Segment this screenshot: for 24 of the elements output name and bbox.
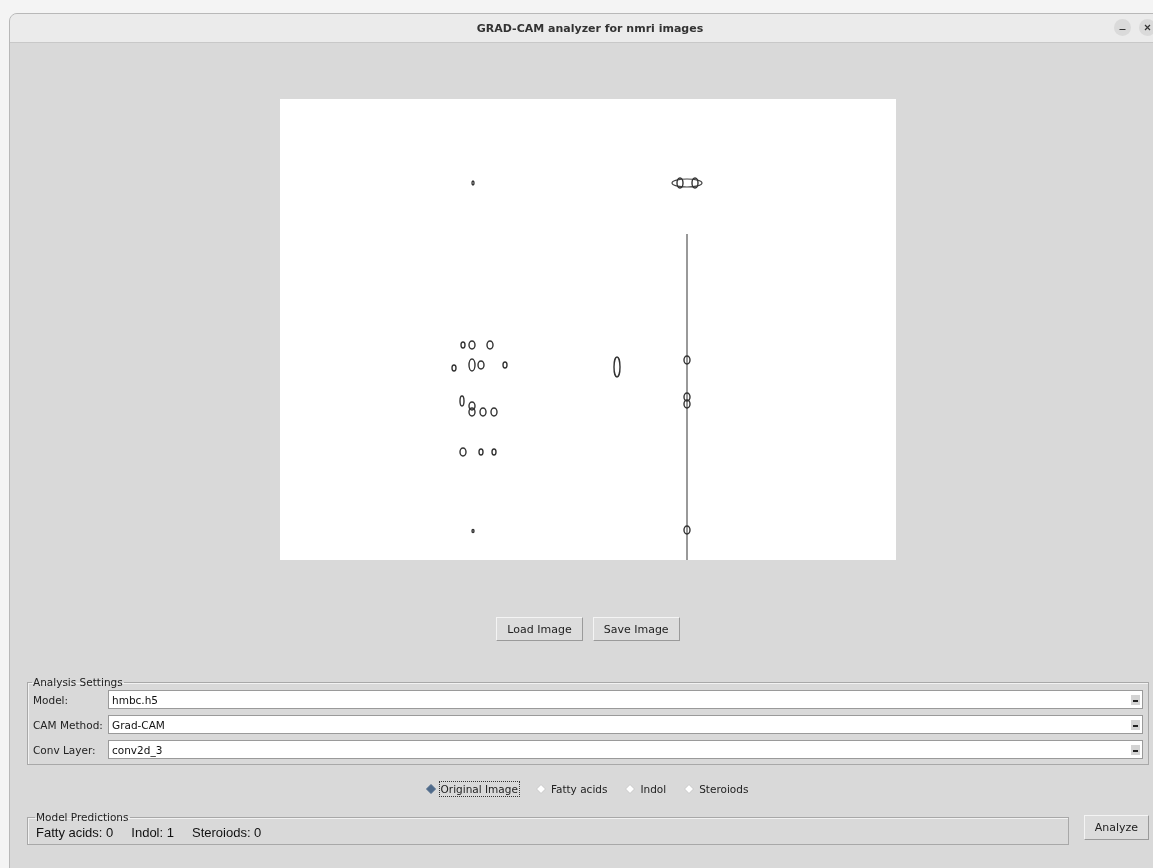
dropdown-field[interactable]: hmbc.h5 (108, 690, 1143, 709)
save-image-button[interactable]: Save Image (592, 617, 680, 641)
dropdown-field[interactable]: conv2d_3 (108, 740, 1143, 759)
prediction-text: Fatty acids: 0 (36, 825, 114, 840)
load-image-button[interactable]: Load Image (496, 617, 583, 641)
section-title: Model Predictions (35, 811, 130, 823)
radio-diamond-icon (684, 784, 695, 794)
window-title: GRAD-CAM analyzer for nmri images (476, 21, 704, 35)
field-label: Model: (33, 693, 70, 706)
prediction-text: Steroiods: 0 (191, 825, 262, 840)
dropdown-field[interactable]: Grad-CAM (108, 715, 1143, 734)
prediction-text: Indol: 1 (131, 825, 174, 840)
radio-diamond-icon (625, 784, 636, 794)
analyze-button[interactable]: Analyze (1083, 815, 1149, 840)
view-radio-option[interactable]: Fatty acids (535, 781, 610, 797)
close-icon[interactable] (1139, 19, 1153, 36)
section-title: Analysis Settings (32, 676, 124, 688)
field-label: CAM Method: (33, 718, 104, 731)
field-label: Conv Layer: (33, 743, 97, 756)
radio-diamond-icon (535, 784, 546, 794)
view-radio-option[interactable]: Indol (625, 781, 669, 797)
minimize-icon[interactable] (1114, 19, 1131, 36)
view-radio-option[interactable]: Steroiods (684, 781, 751, 797)
radio-diamond-icon (425, 784, 436, 794)
